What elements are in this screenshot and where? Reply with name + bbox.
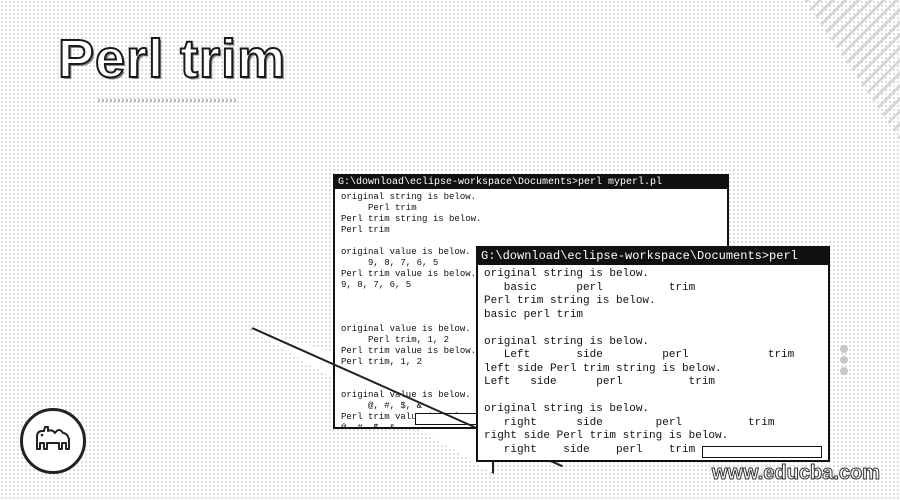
corner-decoration [804, 0, 900, 140]
terminal-line: original string is below. [484, 403, 650, 415]
terminal-back-titlebar: G:\download\eclipse-workspace\Documents>… [335, 176, 727, 189]
terminal-line: original string is below. [484, 335, 650, 348]
terminal-line: Left side perl trim [484, 349, 795, 361]
title-underline [98, 99, 238, 102]
terminal-line: original string is below. [484, 268, 650, 280]
terminal-line: right side perl trim [484, 416, 775, 429]
camel-icon [36, 426, 70, 450]
terminal-front-statusbar [702, 446, 822, 458]
terminal-line: basic perl trim [484, 308, 584, 321]
decorative-dots [840, 345, 854, 378]
terminal-front-output: original string is below. basic perl tri… [478, 265, 828, 460]
terminal-line: Left side perl trim [484, 376, 716, 388]
camel-logo [20, 408, 86, 474]
terminal-line: Perl trim [341, 225, 390, 235]
page-title: Perl trim [57, 28, 287, 90]
terminal-line: Perl trim string is below. [341, 214, 482, 224]
terminal-window-front: G:\download\eclipse-workspace\Documents>… [476, 246, 830, 462]
terminal-line: original string is below. [341, 192, 477, 202]
terminal-line: Perl trim string is below. [484, 295, 656, 307]
terminal-line: basic perl trim [484, 281, 696, 294]
watermark-url: www.educba.com [711, 462, 880, 485]
terminal-line: right side Perl trim string is below. [484, 430, 729, 442]
terminal-line: Perl trim [341, 203, 417, 213]
terminal-line: left side Perl trim string is below. [484, 362, 722, 375]
terminal-front-titlebar: G:\download\eclipse-workspace\Documents>… [478, 248, 828, 265]
